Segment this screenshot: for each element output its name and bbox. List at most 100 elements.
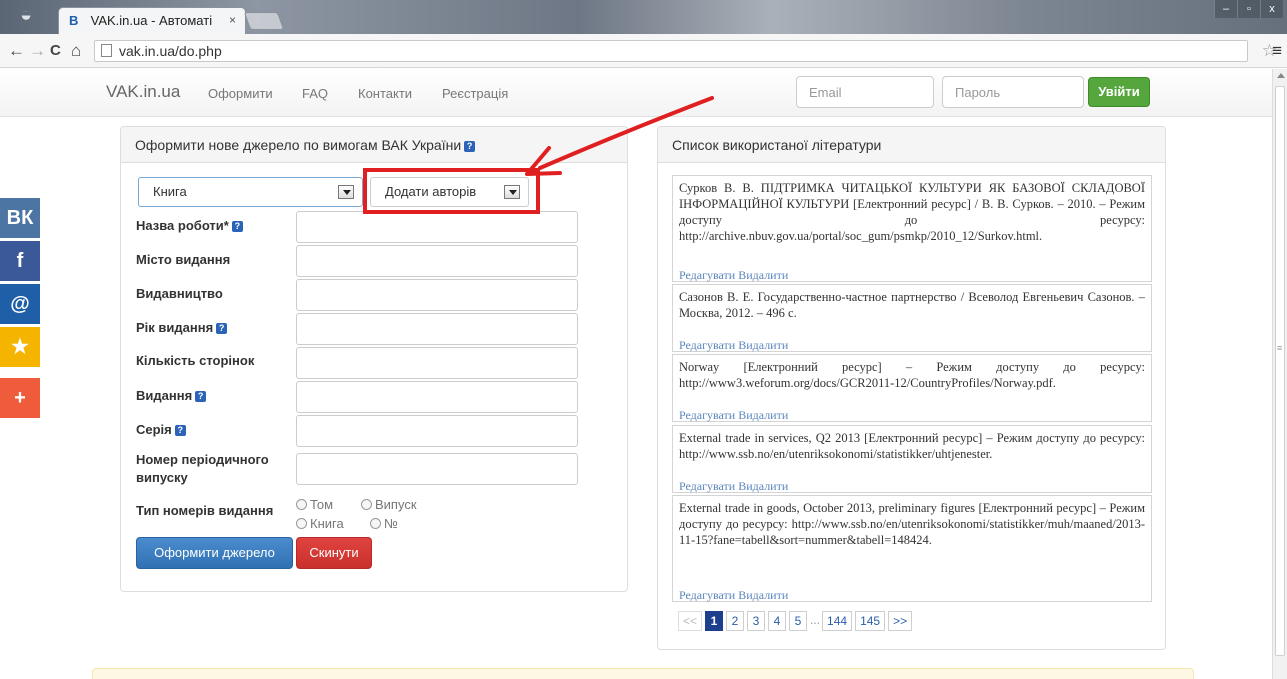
page-2[interactable]: 2	[726, 611, 745, 631]
nav-link-faq[interactable]: FAQ	[302, 86, 328, 101]
citation-text: Сурков В. В. ПІДТРИМКА ЧИТАЦЬКОЇ КУЛЬТУР…	[679, 181, 1145, 243]
delete-link[interactable]: Видалити	[738, 408, 788, 422]
radio-number[interactable]: №	[370, 516, 398, 531]
citation-text: External trade in goods, October 2013, p…	[679, 501, 1145, 547]
facebook-share-icon[interactable]: f	[0, 241, 40, 281]
page-145[interactable]: 145	[855, 611, 886, 631]
browser-tab[interactable]: B VAK.in.ua - Автоматі ×	[58, 7, 246, 34]
field-label-publisher: Видавництво	[136, 286, 223, 301]
delete-link[interactable]: Видалити	[738, 338, 788, 352]
site-brand[interactable]: VAK.in.ua	[106, 82, 180, 102]
reset-button[interactable]: Скинути	[296, 537, 372, 569]
url-input[interactable]: vak.in.ua/do.php ☆	[94, 40, 1277, 62]
series-input[interactable]	[296, 415, 578, 447]
favorites-star-icon[interactable]: ★	[0, 327, 40, 367]
new-tab-button[interactable]	[243, 12, 285, 30]
radio-volume[interactable]: Том	[296, 497, 333, 512]
form-heading: Оформити нове джерело по вимогам ВАК Укр…	[135, 137, 462, 153]
format-source-button[interactable]: Оформити джерело	[136, 537, 293, 569]
source-type-value: Книга	[153, 184, 187, 199]
annotation-highlight-box	[363, 168, 540, 214]
pagination: << 1 2 3 4 5 ... 144 145 >>	[678, 611, 915, 633]
url-text: vak.in.ua/do.php	[119, 43, 222, 59]
field-label-title: Назва роботи*?	[136, 218, 243, 233]
citation-text: Сазонов В. Е. Государственно-частное пар…	[679, 290, 1145, 320]
citation-actions: Редагувати Видалити	[679, 267, 791, 285]
field-label-pages: Кількість сторінок	[136, 353, 255, 368]
maximize-icon[interactable]: ▫	[1237, 0, 1260, 18]
edit-link[interactable]: Редагувати	[679, 268, 735, 282]
scroll-up-arrow-icon[interactable]	[1277, 73, 1285, 78]
edit-link[interactable]: Редагувати	[679, 588, 735, 602]
help-icon[interactable]: ?	[216, 323, 228, 335]
minimize-icon[interactable]: –	[1214, 0, 1237, 18]
vk-share-icon[interactable]: ВК	[0, 198, 40, 238]
tab-title: VAK.in.ua - Автоматі	[90, 13, 213, 28]
delete-link[interactable]: Видалити	[738, 588, 788, 602]
browser-titlebar: ◒ B VAK.in.ua - Автоматі × – ▫ x	[0, 0, 1287, 34]
more-share-icon[interactable]: +	[0, 378, 40, 418]
password-input[interactable]: Пароль	[942, 76, 1084, 108]
window-controls: – ▫ x	[1214, 0, 1283, 18]
publisher-input[interactable]	[296, 279, 578, 311]
list-item: Сурков В. В. ПІДТРИМКА ЧИТАЦЬКОЇ КУЛЬТУР…	[672, 175, 1152, 282]
mailru-share-icon[interactable]: @	[0, 284, 40, 324]
field-label-numbering-type: Тип номерів видання	[136, 503, 274, 518]
nav-link-register[interactable]: Реєстрація	[442, 86, 508, 101]
help-icon[interactable]: ?	[174, 425, 186, 437]
field-label-city: Місто видання	[136, 252, 231, 267]
edit-link[interactable]: Редагувати	[679, 479, 735, 493]
page-4[interactable]: 4	[768, 611, 787, 631]
edit-link[interactable]: Редагувати	[679, 408, 735, 422]
window-close-icon[interactable]: x	[1260, 0, 1283, 18]
nav-link-contacts[interactable]: Контакти	[358, 86, 412, 101]
help-icon[interactable]: ?	[231, 221, 243, 233]
help-icon[interactable]: ?	[464, 140, 476, 152]
help-icon[interactable]: ?	[195, 391, 207, 403]
form-panel-header: Оформити нове джерело по вимогам ВАК Укр…	[121, 127, 627, 163]
page-ellipsis: ...	[810, 611, 821, 631]
list-item: External trade in goods, October 2013, p…	[672, 495, 1152, 602]
back-arrow-icon[interactable]: ←	[8, 41, 25, 61]
city-input[interactable]	[296, 245, 578, 277]
field-label-series: Серія?	[136, 422, 186, 437]
citation-actions: Редагувати Видалити	[679, 478, 791, 496]
field-label-edition: Видання?	[136, 388, 207, 403]
nav-link-format[interactable]: Оформити	[208, 86, 273, 101]
delete-link[interactable]: Видалити	[738, 268, 788, 282]
literature-panel-header: Список використаної літератури	[658, 127, 1165, 163]
pages-input[interactable]	[296, 347, 578, 379]
field-label-issue-number: Номер періодичного випуску	[136, 452, 269, 485]
close-icon[interactable]: ×	[229, 13, 236, 27]
radio-book[interactable]: Книга	[296, 516, 344, 531]
radio-circle-icon	[370, 518, 381, 529]
page-icon	[101, 44, 112, 57]
chrome-menu-icon[interactable]: ≡	[1272, 41, 1282, 61]
issue-number-input[interactable]	[296, 453, 578, 485]
page-3[interactable]: 3	[747, 611, 766, 631]
edit-link[interactable]: Редагувати	[679, 338, 735, 352]
favicon-icon: B	[69, 13, 79, 28]
citation-text: Norway [Електронний ресурс] – Режим дост…	[679, 360, 1145, 390]
address-bar-row: ← → C ⌂ vak.in.ua/do.php ☆ ≡	[0, 34, 1287, 68]
source-type-select[interactable]: Книга	[138, 177, 363, 207]
home-icon[interactable]: ⌂	[71, 41, 81, 61]
reload-icon[interactable]: C	[50, 41, 61, 61]
page-1[interactable]: 1	[705, 611, 724, 631]
page-scrollbar[interactable]: ≡	[1272, 69, 1287, 679]
scroll-thumb[interactable]: ≡	[1275, 86, 1285, 656]
edition-input[interactable]	[296, 381, 578, 413]
page-next[interactable]: >>	[888, 611, 913, 631]
title-input[interactable]	[296, 211, 578, 243]
delete-link[interactable]: Видалити	[738, 479, 788, 493]
page-5[interactable]: 5	[789, 611, 808, 631]
citation-actions: Редагувати Видалити	[679, 337, 791, 355]
year-input[interactable]	[296, 313, 578, 345]
list-item: Norway [Електронний ресурс] – Режим дост…	[672, 354, 1152, 422]
login-button[interactable]: Увійти	[1088, 77, 1150, 107]
email-input[interactable]: Email	[796, 76, 934, 108]
radio-issue[interactable]: Випуск	[361, 497, 417, 512]
page-144[interactable]: 144	[822, 611, 853, 631]
page-prev: <<	[678, 611, 703, 631]
forward-arrow-icon[interactable]: →	[29, 41, 46, 61]
